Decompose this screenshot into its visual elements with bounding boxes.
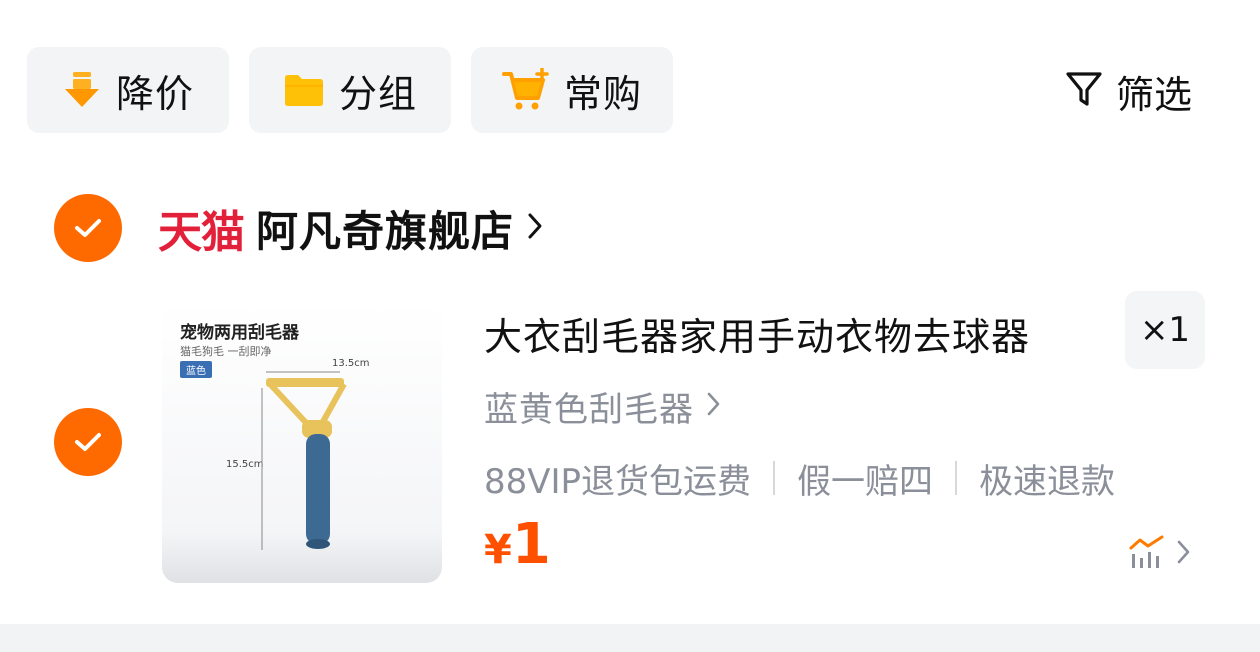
filter-label: 筛选 [1116, 72, 1193, 117]
check-icon [75, 219, 101, 237]
price-trend-icon [1128, 534, 1166, 574]
lint-remover-illustration [261, 371, 347, 550]
cart-plus-icon [501, 68, 550, 112]
tmall-logo: 天猫 [158, 207, 245, 258]
price-value: 1 [511, 512, 551, 577]
quantity-value: ×1 [1139, 310, 1191, 350]
price-trend-button[interactable] [1128, 534, 1192, 574]
service-tag: 88VIP退货包运费 [484, 461, 752, 502]
spec-label: 蓝黄色刮毛器 [484, 389, 694, 430]
frequent-purchase-chip[interactable]: 常购 [471, 47, 673, 133]
chevron-right-icon [526, 211, 544, 245]
price-drop-label: 降价 [115, 71, 194, 116]
filter-funnel-icon [1064, 69, 1104, 113]
store-header[interactable]: 天猫 阿凡奇旗舰店 [158, 196, 544, 260]
check-icon [75, 433, 101, 451]
service-tag: 极速退款 [979, 461, 1116, 502]
store-name[interactable]: 阿凡奇旗舰店 [256, 198, 514, 259]
item-select-checkbox[interactable] [54, 408, 122, 476]
service-tag: 假一赔四 [797, 461, 934, 502]
chevron-right-icon [706, 391, 722, 421]
folder-icon [283, 72, 325, 108]
store-select-checkbox[interactable] [54, 194, 122, 262]
group-label: 分组 [338, 71, 417, 116]
frequent-purchase-label: 常购 [563, 71, 642, 116]
price: ¥ 1 [484, 512, 551, 577]
spec-selector[interactable]: 蓝黄色刮毛器 [484, 384, 722, 430]
divider [773, 461, 776, 495]
price-drop-chip[interactable]: 降价 [27, 47, 229, 133]
service-tags: 88VIP退货包运费 假一赔四 极速退款 [484, 455, 1116, 502]
divider [955, 461, 958, 495]
group-chip[interactable]: 分组 [249, 47, 451, 133]
chevron-right-icon [1176, 539, 1192, 569]
filter-button[interactable]: 筛选 [1064, 66, 1193, 117]
price-currency: ¥ [484, 527, 512, 573]
price-drop-icon [62, 70, 102, 110]
quantity-badge[interactable]: ×1 [1125, 291, 1205, 369]
product-title[interactable]: 大衣刮毛器家用手动衣物去球器 [484, 306, 1030, 361]
product-image[interactable]: 宠物两用刮毛器 猫毛狗毛 一刮即净 蓝色 13.5cm 15.5cm [162, 302, 442, 583]
section-divider [0, 624, 1260, 652]
